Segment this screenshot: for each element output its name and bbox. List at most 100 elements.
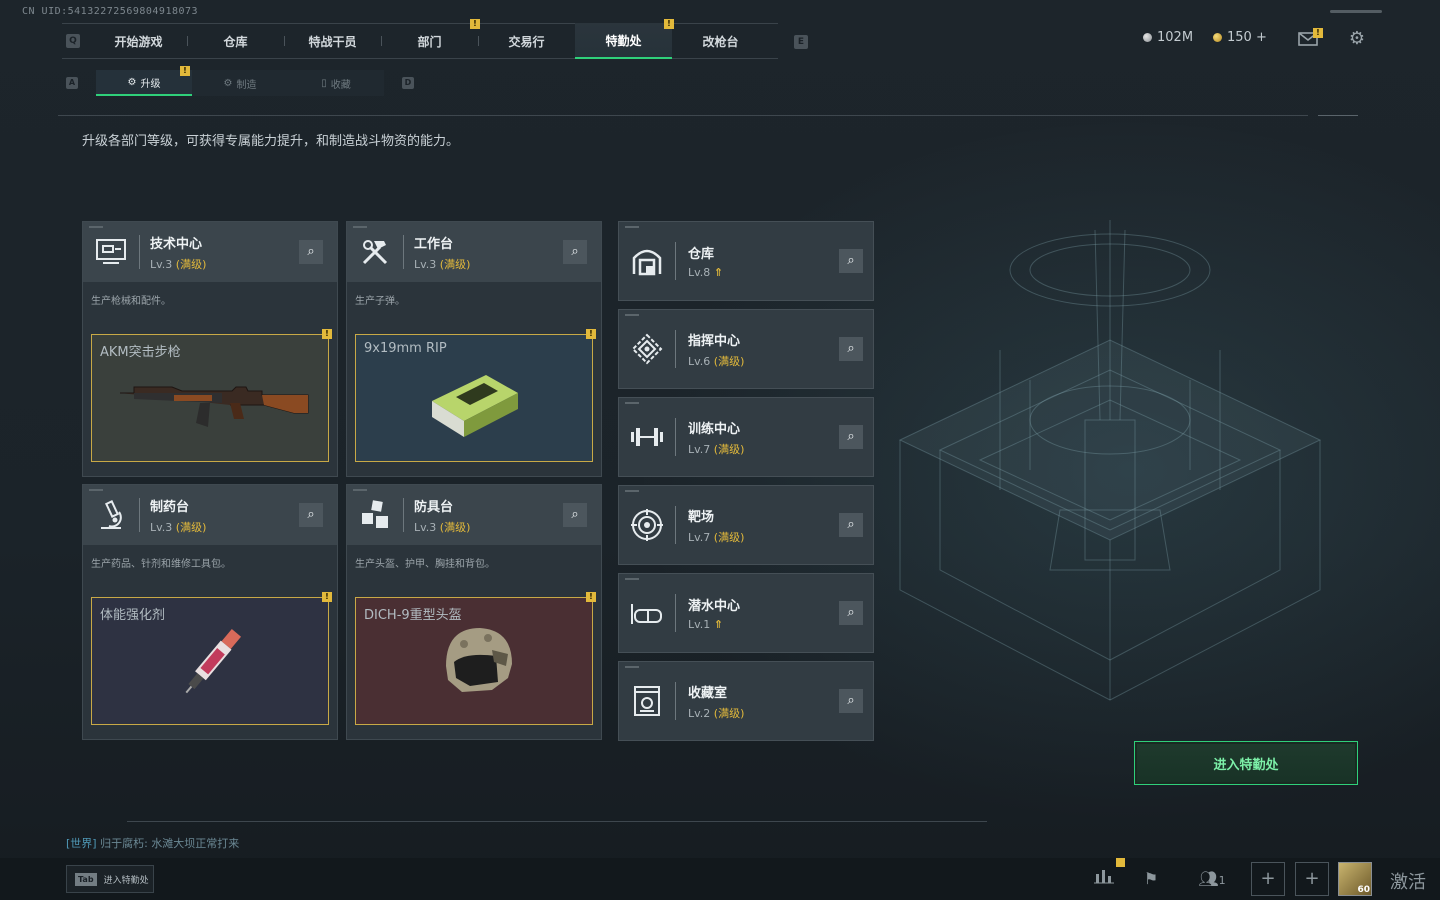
product-slot[interactable]: 体能强化剂 ! [91,592,332,725]
facility-command-center[interactable]: 指挥中心 Lv.6 (满级) ⌕ [618,309,874,389]
key-hint-e: E [794,35,808,49]
tab-special-ops[interactable]: 特勤处! [575,19,674,59]
search-button[interactable]: ⌕ [563,240,587,264]
card-header: 防具台 Lv.3 (满级) ⌕ [347,485,601,545]
search-button[interactable]: ⌕ [563,503,587,527]
flag-icon[interactable]: ⚑ [1136,864,1166,894]
subtab-label: 制造 [236,79,257,91]
warehouse-icon [619,221,675,301]
tab-trading[interactable]: 交易行 [478,23,575,59]
tab-label: 仓库 [223,34,248,49]
diving-mask-icon [619,573,675,653]
search-button[interactable]: ⌕ [839,601,863,625]
gold-currency[interactable]: 150 + [1213,30,1267,45]
add-team-slot-button[interactable]: + [1295,862,1329,896]
tab-hint[interactable]: Tab 进入特勤处 [66,865,154,893]
silver-amount: 102M [1157,30,1194,45]
search-icon: ⌕ [847,253,855,268]
tab-gunsmith[interactable]: 改枪台 [672,23,769,59]
chat-channel: [世界] [66,837,97,850]
tab-key: Tab [75,872,97,886]
facility-title: 收藏室 [688,685,728,701]
mail-badge: ! [1313,28,1323,38]
facility-training-center[interactable]: 训练中心 Lv.7 (满级) ⌕ [618,397,874,477]
friends-button[interactable]: 👥︎1 [1192,864,1232,894]
card-level: Lv.3 (满级) [150,257,207,271]
facility-level: Lv.2 (满级) [688,706,745,720]
hammer-wrench-icon [347,222,403,282]
key-hint-a: A [66,77,78,89]
card-workbench[interactable]: 工作台 Lv.3 (满级) ⌕ 生产子弹。 9x19mm RIP ! [346,221,602,477]
product-slot[interactable]: DICH-9重型头盔 ! [355,592,596,725]
card-pharmacy[interactable]: 制药台 Lv.3 (满级) ⌕ 生产药品、针剂和维修工具包。 体能强化剂 ! [82,484,338,740]
tab-label: 特勤处 [605,33,642,48]
enter-special-ops-button[interactable]: 进入特勤处 [1134,741,1358,785]
helmet-image [446,628,512,692]
subtab-upgrade[interactable]: ⚙ 升级! [96,66,192,96]
main-nav: Q 开始游戏 仓库 特战干员 部门! 交易行 特勤处! 改枪台 E [62,19,808,59]
key-hint-d: D [402,77,414,89]
plus-icon: + [1304,868,1320,889]
search-icon: ⌕ [847,341,855,356]
product-name: 体能强化剂 [100,608,166,623]
avatar[interactable]: 60 [1338,862,1372,896]
rifle-image [120,386,309,427]
page-description: 升级各部门等级，可获得专属能力提升，和制造战斗物资的能力。 [82,134,460,149]
facility-diving-center[interactable]: 潜水中心 Lv.1 ⇑ ⌕ [618,573,874,653]
search-button[interactable]: ⌕ [839,425,863,449]
facility-level: Lv.1 ⇑ [688,618,723,631]
divider [1318,115,1358,116]
tab-warehouse[interactable]: 仓库 [187,23,284,59]
key-hint-q: Q [66,34,80,48]
notification-badge: ! [180,66,190,76]
facility-title: 指挥中心 [688,333,741,349]
add-team-slot-button[interactable]: + [1251,862,1285,896]
card-level: Lv.3 (满级) [414,257,471,271]
search-icon: ⌕ [847,517,855,532]
subtab-collection[interactable]: ▯ 收藏 [288,70,384,96]
search-button[interactable]: ⌕ [839,513,863,537]
window-handle [1330,10,1382,13]
plus-icon: + [1260,868,1276,889]
chat-message[interactable]: [世界] 归于腐朽: 水滩大坝正常打来 [66,835,239,851]
facility-title: 仓库 [688,247,715,262]
facility-level: Lv.7 (满级) [688,530,745,544]
collection-tab-icon: ▯ [321,77,327,89]
divider [58,115,1308,116]
notification-badge [1116,858,1125,867]
product-name: DICH-9重型头盔 [364,608,462,623]
card-level: Lv.3 (满级) [150,520,207,534]
product-slot[interactable]: 9x19mm RIP ! [355,329,596,462]
search-icon: ⌕ [571,244,579,259]
card-tech-center[interactable]: 技术中心 Lv.3 (满级) ⌕ 生产枪械和配件。 AKM突击步枪 ! [82,221,338,477]
settings-gear-icon[interactable]: ⚙ [1345,28,1369,50]
microscope-icon [83,485,139,545]
card-title: 工作台 [414,236,454,252]
search-icon: ⌕ [847,429,855,444]
facility-collection-room[interactable]: 收藏室 Lv.2 (满级) ⌕ [618,661,874,741]
stats-icon[interactable] [1089,864,1119,894]
search-button[interactable]: ⌕ [839,337,863,361]
avatar-level: 60 [1357,885,1370,895]
subtab-craft[interactable]: ⚙ 制造 [192,70,288,96]
upgrade-available-icon: ⇑ [713,266,723,279]
tab-department[interactable]: 部门! [381,19,480,59]
facility-warehouse[interactable]: 仓库 Lv.8 ⇑ ⌕ [618,221,874,301]
upgrade-icon: ⚙ [127,76,137,88]
card-title: 防具台 [414,499,454,515]
card-description: 生产头盔、护甲、胸挂和背包。 [355,559,495,570]
notification-badge: ! [586,329,596,339]
activate-watermark: 激活 [1390,872,1426,893]
search-button[interactable]: ⌕ [839,249,863,273]
search-button[interactable]: ⌕ [839,689,863,713]
tab-start-game[interactable]: 开始游戏 [90,23,187,59]
card-description: 生产子弹。 [355,296,405,307]
tab-operators[interactable]: 特战干员 [284,23,381,59]
product-slot[interactable]: AKM突击步枪 ! [91,329,332,462]
search-button[interactable]: ⌕ [299,240,323,264]
search-icon: ⌕ [571,507,579,522]
facility-shooting-range[interactable]: 靶场 Lv.7 (满级) ⌕ [618,485,874,565]
card-armor-bench[interactable]: 防具台 Lv.3 (满级) ⌕ 生产头盔、护甲、胸挂和背包。 DICH-9重型头… [346,484,602,740]
facility-title: 靶场 [688,509,715,525]
search-button[interactable]: ⌕ [299,503,323,527]
